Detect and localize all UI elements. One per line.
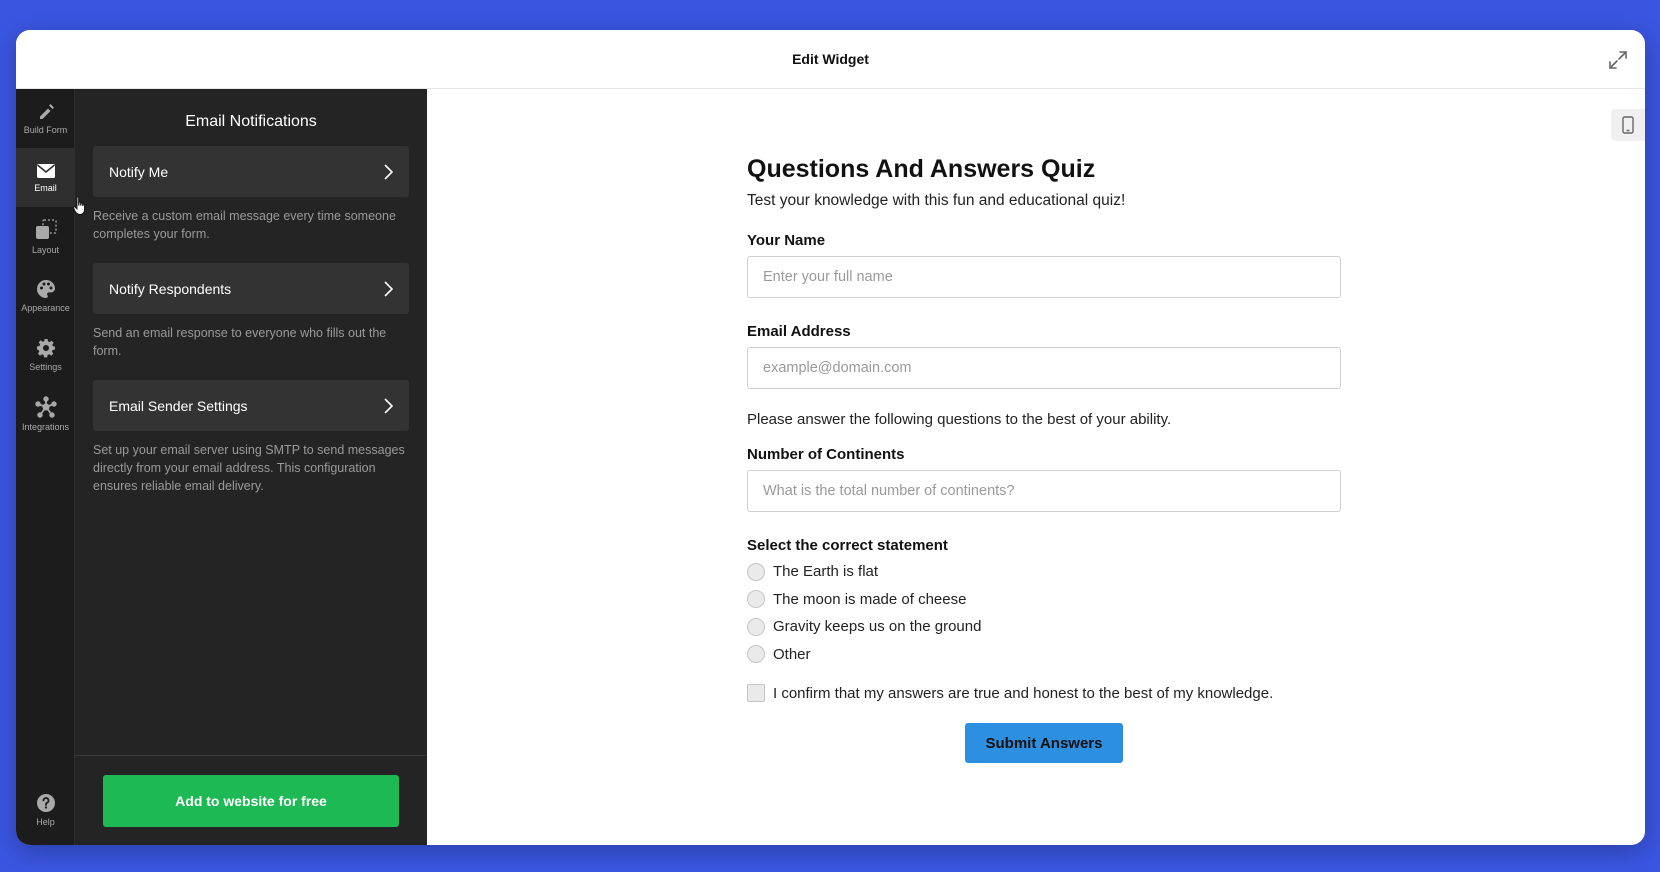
chevron-right-icon — [384, 163, 393, 180]
chevron-right-icon — [384, 397, 393, 414]
rail-item-label: Settings — [29, 361, 62, 372]
rail-item-email[interactable]: Email — [16, 148, 75, 207]
email-label: Email Address — [747, 323, 851, 340]
form-title: Questions And Answers Quiz — [747, 155, 1096, 183]
chevron-right-icon — [384, 280, 393, 297]
gear-icon — [36, 338, 55, 357]
rail-item-help[interactable]: Help — [16, 780, 75, 839]
editor-window: Edit Widget Build Form Email Layout Appe… — [16, 30, 1645, 845]
envelope-icon — [36, 163, 55, 178]
pencil-icon — [39, 103, 54, 119]
help-icon — [36, 793, 55, 812]
card-description: Receive a custom email message every tim… — [93, 209, 396, 241]
radio-label: Gravity keeps us on the ground — [773, 618, 982, 636]
rail-item-settings[interactable]: Settings — [16, 325, 75, 384]
name-input[interactable] — [747, 256, 1341, 298]
rail-item-label: Integrations — [21, 421, 70, 432]
card-label: Notify Respondents — [109, 280, 232, 297]
email-sender-settings-card[interactable]: Email Sender Settings — [93, 380, 409, 431]
add-to-website-button[interactable]: Add to website for free — [103, 774, 399, 827]
notify-me-card[interactable]: Notify Me — [93, 146, 409, 197]
rail-item-label: Appearance — [21, 302, 70, 313]
icon-rail: Build Form Email Layout Appearance Setti… — [16, 89, 75, 845]
rail-item-build-form[interactable]: Build Form — [16, 89, 75, 148]
layout-icon — [35, 218, 57, 239]
rail-item-label: Build Form — [23, 124, 68, 135]
submit-answers-button[interactable]: Submit Answers — [965, 723, 1123, 763]
card-label: Email Sender Settings — [109, 397, 248, 414]
quiz-form: Questions And Answers Quiz Test your kno… — [747, 155, 1341, 763]
rail-item-label: Email — [34, 182, 57, 193]
continents-input[interactable] — [747, 470, 1341, 512]
email-input[interactable] — [747, 347, 1341, 389]
card-label: Notify Me — [109, 163, 169, 180]
palette-icon — [36, 279, 55, 298]
radio-label: The Earth is flat — [773, 563, 879, 581]
top-bar: Edit Widget — [16, 30, 1645, 89]
mouse-cursor-icon — [73, 196, 85, 215]
radio-button[interactable] — [747, 562, 765, 581]
confirm-checkbox[interactable] — [747, 684, 765, 702]
rail-item-layout[interactable]: Layout — [16, 207, 75, 266]
email-notifications-panel: Email Notifications Notify Me Receive a … — [75, 89, 427, 845]
mobile-preview-button[interactable] — [1611, 109, 1645, 141]
integrations-icon — [34, 395, 57, 418]
expand-button[interactable] — [1603, 45, 1633, 75]
window-title: Edit Widget — [792, 51, 869, 67]
expand-icon — [1609, 51, 1627, 69]
card-description: Set up your email server using SMTP to s… — [93, 443, 405, 493]
panel-footer: Add to website for free — [75, 755, 427, 845]
card-description: Send an email response to everyone who f… — [93, 326, 387, 358]
mobile-device-icon — [1622, 116, 1634, 134]
statement-label: Select the correct statement — [747, 537, 948, 554]
radio-option[interactable]: Gravity keeps us on the ground — [747, 613, 1341, 641]
radio-button[interactable] — [747, 617, 765, 636]
rail-item-integrations[interactable]: Integrations — [16, 384, 75, 443]
confirm-label: I confirm that my answers are true and h… — [773, 684, 1274, 702]
radio-option[interactable]: The Earth is flat — [747, 558, 1341, 586]
name-label: Your Name — [747, 232, 826, 249]
form-preview: Questions And Answers Quiz Test your kno… — [427, 89, 1645, 845]
radio-button[interactable] — [747, 645, 765, 664]
rail-item-appearance[interactable]: Appearance — [16, 266, 75, 325]
panel-title: Email Notifications — [185, 113, 317, 130]
notify-respondents-card[interactable]: Notify Respondents — [93, 263, 409, 314]
form-subtitle: Test your knowledge with this fun and ed… — [747, 192, 1126, 209]
rail-item-label: Layout — [31, 244, 60, 255]
radio-option[interactable]: Other — [747, 641, 1341, 669]
radio-button[interactable] — [747, 590, 765, 609]
continents-label: Number of Continents — [747, 446, 905, 463]
instructions-text: Please answer the following questions to… — [747, 411, 1172, 428]
submit-wrap: Submit Answers — [747, 723, 1341, 763]
confirm-checkbox-row[interactable]: I confirm that my answers are true and h… — [747, 684, 1341, 702]
rail-item-label: Help — [36, 816, 55, 827]
radio-label: The moon is made of cheese — [773, 590, 967, 608]
radio-label: Other — [773, 645, 811, 663]
radio-option[interactable]: The moon is made of cheese — [747, 586, 1341, 614]
